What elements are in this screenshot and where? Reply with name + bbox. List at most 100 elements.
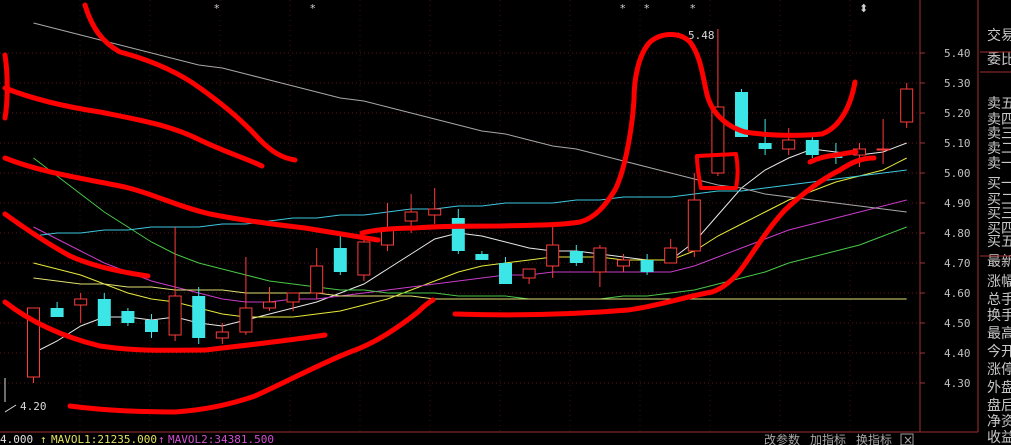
candle-body bbox=[782, 139, 796, 150]
candle-body bbox=[569, 251, 583, 263]
quote-field-label: 卖二 bbox=[987, 141, 1011, 157]
quote-field-label: 卖三 bbox=[987, 126, 1011, 142]
top-marker[interactable]: * bbox=[620, 2, 626, 15]
candle[interactable] bbox=[333, 236, 347, 275]
candle-body bbox=[617, 259, 630, 267]
mavol2-indicator-arrow: ↑ bbox=[158, 433, 165, 445]
candle-body bbox=[499, 263, 512, 284]
candle[interactable] bbox=[239, 257, 253, 335]
quote-field-label: 外盘 bbox=[987, 379, 1011, 396]
quote-field-label: 盘后 bbox=[987, 397, 1011, 414]
candle-body bbox=[664, 247, 678, 264]
candle-body bbox=[286, 292, 300, 303]
candle-body bbox=[475, 254, 489, 260]
y-tick-label: 4.40 bbox=[944, 347, 971, 360]
candle[interactable] bbox=[664, 239, 678, 264]
freehand-stroke bbox=[359, 32, 858, 236]
candle-body bbox=[876, 148, 890, 151]
freehand-stroke bbox=[452, 155, 877, 318]
candle-body bbox=[145, 320, 158, 332]
candle[interactable] bbox=[263, 287, 276, 311]
quote-panel: 交易委比卖五卖四卖三卖二卖一买一买二买三买四买五最新涨幅总手换手最高今开涨停外盘… bbox=[980, 27, 1011, 445]
high-price-label: 5.48 bbox=[688, 29, 715, 42]
quote-field-label: 卖五 bbox=[987, 96, 1011, 112]
candle[interactable] bbox=[900, 83, 914, 128]
candle-body bbox=[168, 295, 182, 336]
candle-body bbox=[522, 268, 536, 279]
quote-field-label: 换手 bbox=[987, 307, 1011, 324]
top-marker[interactable]: * bbox=[644, 2, 650, 15]
candle[interactable] bbox=[357, 236, 371, 281]
mavol1-indicator-arrow: ↑ bbox=[40, 433, 47, 445]
y-tick-label: 5.20 bbox=[944, 107, 971, 120]
mavol2-indicator: MAVOL2:34381.500 bbox=[168, 433, 274, 445]
add-indicator-button[interactable]: 加指标 bbox=[810, 432, 846, 445]
top-marker[interactable]: * bbox=[214, 2, 220, 15]
candle[interactable] bbox=[782, 128, 796, 155]
close-icon[interactable]: × bbox=[903, 433, 913, 445]
y-axis: 5.40 5.30 5.20 5.10 5.00 4.90 4.80 4.70 4.60 4.50… bbox=[920, 47, 971, 390]
candle-body bbox=[546, 244, 560, 267]
y-tick-label: 5.30 bbox=[944, 77, 971, 90]
y-tick-label: 4.80 bbox=[944, 227, 971, 240]
candle-body bbox=[640, 260, 654, 272]
candlestick-chart[interactable]: 5.40 5.30 5.20 5.10 5.00 4.90 4.80 4.70 4.60 4.50… bbox=[0, 0, 1011, 445]
candle[interactable] bbox=[145, 314, 158, 338]
candle-body bbox=[239, 307, 253, 333]
candle[interactable] bbox=[876, 119, 890, 164]
candle[interactable] bbox=[805, 134, 819, 158]
change-params-button[interactable]: 改参数 bbox=[764, 432, 800, 445]
candle[interactable] bbox=[192, 287, 206, 344]
candle-body bbox=[428, 208, 442, 216]
candle-body bbox=[805, 140, 819, 155]
candle[interactable] bbox=[522, 268, 536, 284]
candle[interactable] bbox=[451, 209, 465, 254]
quote-field-label: 收益 bbox=[987, 430, 1011, 445]
candle-body bbox=[451, 218, 465, 251]
y-tick-label: 5.40 bbox=[944, 47, 971, 60]
switch-indicator-button[interactable]: 换指标 bbox=[856, 432, 892, 445]
candle-body bbox=[357, 241, 371, 276]
candle-body bbox=[215, 331, 229, 339]
candle[interactable] bbox=[593, 245, 607, 287]
freehand-stroke bbox=[2, 211, 151, 279]
top-marker[interactable]: * bbox=[690, 2, 696, 15]
y-tick-label: 4.90 bbox=[944, 197, 971, 210]
top-marker[interactable]: * bbox=[310, 2, 316, 15]
quote-field-label: 买一 bbox=[987, 176, 1011, 192]
mavol1-indicator: MAVOL1:21235.000 bbox=[51, 433, 157, 445]
candle[interactable] bbox=[475, 251, 489, 260]
candle[interactable] bbox=[215, 323, 229, 344]
candle-body bbox=[381, 229, 394, 246]
scroll-marker[interactable]: ⬍ bbox=[859, 2, 868, 15]
candle[interactable] bbox=[310, 248, 324, 299]
quote-field-label: 今开 bbox=[987, 344, 1011, 360]
candle-body bbox=[758, 143, 772, 149]
candle[interactable] bbox=[286, 292, 300, 311]
candle[interactable] bbox=[546, 227, 560, 278]
candle-body bbox=[333, 248, 347, 272]
freehand-stroke bbox=[2, 52, 10, 121]
volume-value: 4.000 bbox=[0, 433, 33, 445]
y-tick-label: 5.10 bbox=[944, 137, 971, 150]
y-tick-label: 4.30 bbox=[944, 377, 971, 390]
y-tick-label: 5.00 bbox=[944, 167, 971, 180]
quote-field-label: 最高 bbox=[987, 325, 1011, 342]
quote-field-label: 卖一 bbox=[987, 156, 1011, 172]
candle[interactable] bbox=[168, 227, 182, 341]
y-tick-label: 4.60 bbox=[944, 287, 971, 300]
candle[interactable] bbox=[74, 293, 88, 323]
candle-body bbox=[310, 265, 324, 294]
candle[interactable] bbox=[50, 302, 64, 317]
candle[interactable] bbox=[499, 257, 512, 284]
freehand-stroke bbox=[2, 155, 381, 243]
moving-average-line bbox=[33, 22, 907, 213]
volume-status-bar: 4.000 ↑ MAVOL1:21235.000 ↑ MAVOL2:34381.… bbox=[0, 432, 914, 445]
candle[interactable] bbox=[97, 293, 111, 326]
y-tick-label: 4.50 bbox=[944, 317, 971, 330]
low-price-label: 4.20 bbox=[20, 400, 47, 413]
candle-body bbox=[687, 199, 701, 252]
candle[interactable] bbox=[569, 245, 583, 266]
quote-field-label: 净资 bbox=[987, 414, 1011, 430]
candle[interactable] bbox=[640, 254, 654, 275]
